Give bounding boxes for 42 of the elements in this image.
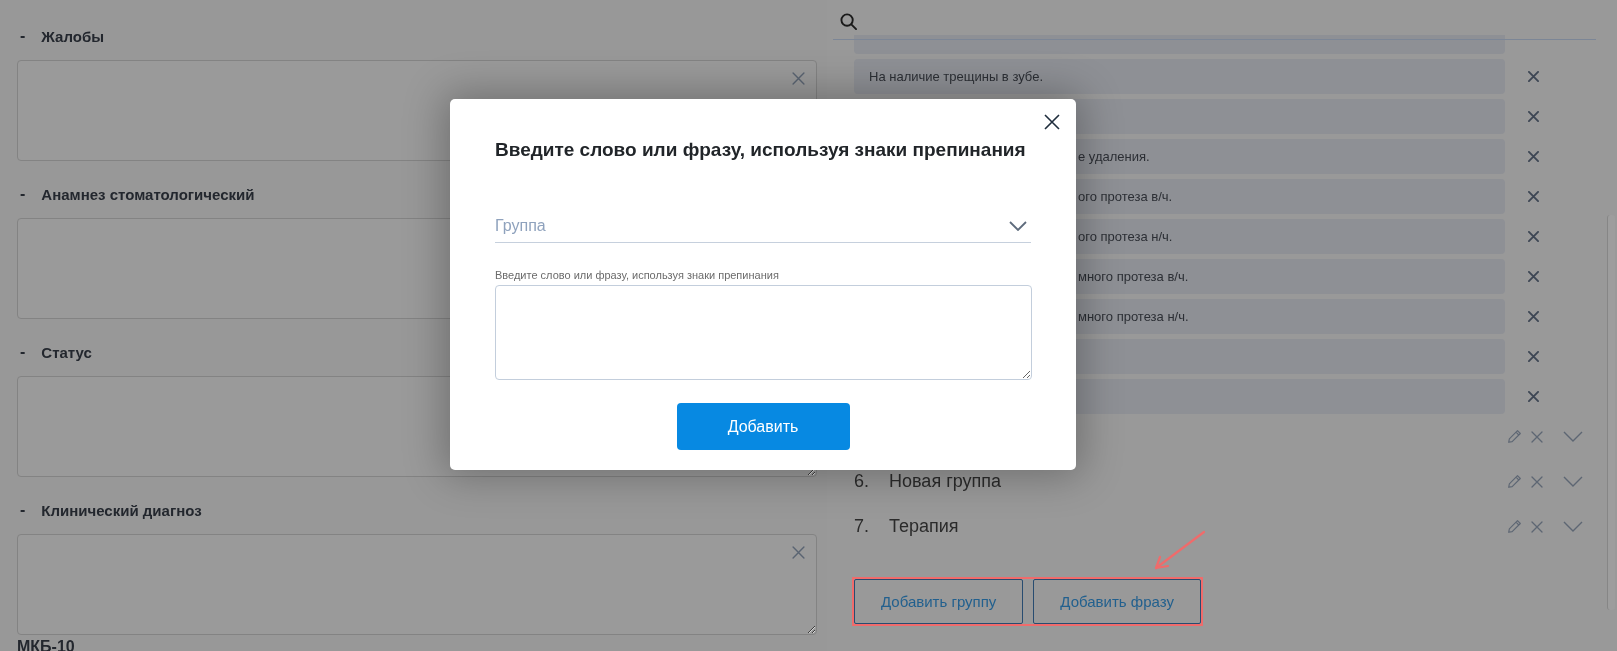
chevron-down-icon[interactable] <box>1563 476 1583 487</box>
clear-icon[interactable] <box>792 546 805 559</box>
group-number: 7. <box>854 516 870 537</box>
group-name[interactable]: Терапия <box>889 516 959 537</box>
collapse-toggle[interactable]: - <box>20 24 26 48</box>
section-title: Статус <box>41 343 92 361</box>
pencil-icon[interactable] <box>1507 474 1522 489</box>
delete-icon[interactable] <box>1528 271 1539 282</box>
phrase-field[interactable] <box>495 285 1032 380</box>
delete-icon[interactable] <box>1531 520 1543 533</box>
delete-icon[interactable] <box>1528 311 1539 322</box>
group-number: 6. <box>854 471 870 492</box>
chevron-down-icon <box>1009 220 1027 231</box>
section-title: Жалобы <box>41 27 104 45</box>
delete-icon[interactable] <box>1528 151 1539 162</box>
section-title: Клинический диагноз <box>41 501 202 519</box>
collapse-toggle[interactable]: - <box>20 182 26 206</box>
search-icon <box>840 13 857 30</box>
pencil-icon[interactable] <box>1507 429 1522 444</box>
delete-icon[interactable] <box>1528 391 1539 402</box>
submit-button[interactable]: Добавить <box>676 403 850 450</box>
delete-icon[interactable] <box>1531 475 1543 488</box>
group-select[interactable]: Группа <box>495 209 1031 243</box>
add-group-button[interactable]: Добавить группу <box>854 579 1024 624</box>
delete-icon[interactable] <box>1528 71 1539 82</box>
delete-icon[interactable] <box>1528 231 1539 242</box>
phrase-item[interactable]: На наличие трещины в зубе. <box>854 59 1505 94</box>
delete-icon[interactable] <box>1531 430 1543 443</box>
chevron-down-icon[interactable] <box>1563 431 1583 442</box>
clear-icon[interactable] <box>792 72 805 85</box>
chevron-down-icon[interactable] <box>1563 521 1583 532</box>
group-name[interactable]: Новая группа <box>889 471 1001 492</box>
pencil-icon[interactable] <box>1507 519 1522 534</box>
collapse-toggle[interactable]: - <box>20 498 26 522</box>
delete-icon[interactable] <box>1528 191 1539 202</box>
delete-icon[interactable] <box>1528 351 1539 362</box>
field-label: Введите слово или фразу, используя знаки препинания <box>495 268 780 283</box>
add-phrase-button[interactable]: Добавить фразу <box>1033 579 1201 624</box>
section-title: Анамнез стоматологический <box>41 185 255 203</box>
collapse-toggle[interactable]: - <box>20 340 26 364</box>
close-icon[interactable] <box>1044 114 1060 130</box>
delete-icon[interactable] <box>1528 111 1539 122</box>
